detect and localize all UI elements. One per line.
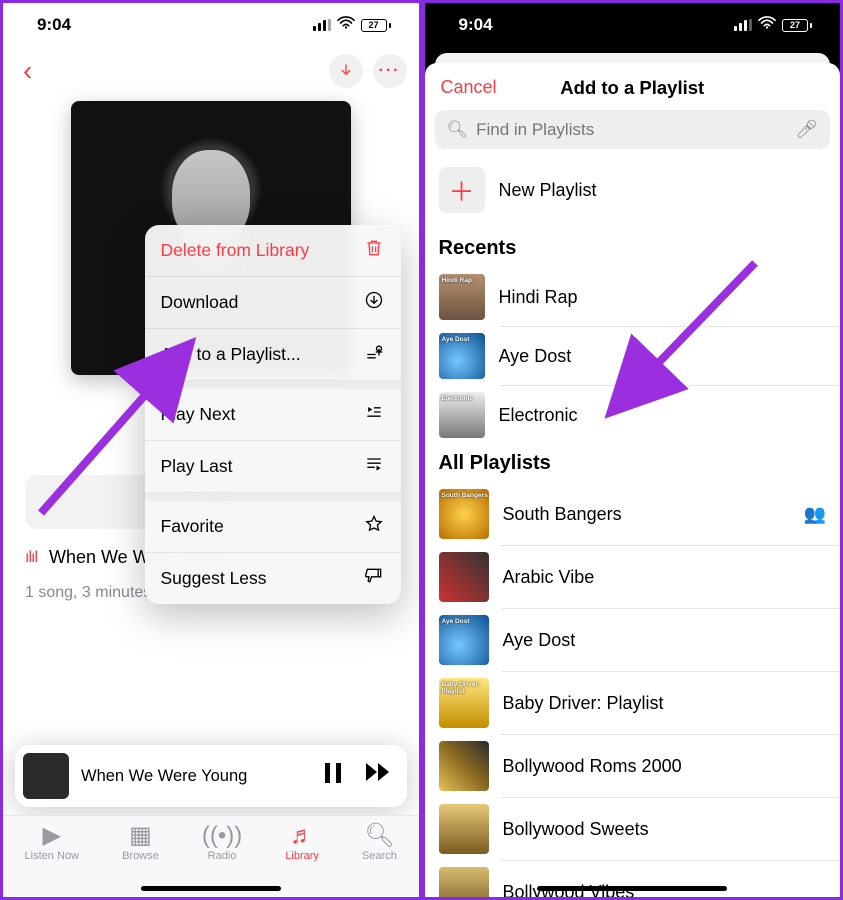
menu-suggest-less[interactable]: Suggest Less: [145, 553, 401, 604]
playlist-artwork: Aye Dost: [439, 615, 489, 665]
tab-bar: ▶Listen Now ▦Browse ((•))Radio ♬Library …: [3, 815, 419, 897]
playlist-artwork: [439, 804, 489, 854]
mini-player[interactable]: When We Were Young: [15, 745, 407, 807]
playlist-artwork: [439, 741, 489, 791]
play-circle-icon: ▶: [43, 824, 61, 848]
status-bar: 9:04 27: [425, 3, 841, 47]
add-to-playlist-sheet: Cancel Add to a Playlist 🔍︎ 🎤︎ ＋ New Pla…: [425, 63, 841, 897]
radio-icon: ((•)): [202, 824, 242, 848]
status-time: 9:04: [459, 15, 493, 35]
tab-search[interactable]: 🔍︎Search: [362, 824, 397, 862]
more-button[interactable]: ···: [373, 54, 407, 88]
playlist-artwork: Hindi Rap: [439, 274, 485, 320]
menu-delete[interactable]: Delete from Library: [145, 225, 401, 277]
playlist-artwork: South Bangers: [439, 489, 489, 539]
playlist-label: Aye Dost: [503, 630, 576, 651]
search-icon: 🔍︎: [364, 824, 394, 848]
battery-icon: 27: [782, 19, 812, 32]
trash-icon: [363, 238, 385, 263]
wifi-icon: [758, 15, 776, 35]
home-indicator: [141, 886, 281, 891]
new-playlist-label: New Playlist: [499, 180, 597, 201]
annotation-arrow: [21, 323, 241, 548]
library-icon: ♬: [290, 824, 314, 848]
playlist-label: Arabic Vibe: [503, 567, 595, 588]
playlist-label: Electronic: [499, 405, 578, 426]
playlist-artwork: Aye Dost: [439, 333, 485, 379]
download-button[interactable]: [329, 54, 363, 88]
cell-signal-icon: [734, 19, 752, 31]
now-playing-bars-icon: ılıl: [25, 549, 37, 567]
tab-radio[interactable]: ((•))Radio: [202, 824, 242, 862]
playlist-row[interactable]: Aye Dost Aye Dost: [425, 609, 841, 671]
home-indicator: [537, 886, 727, 891]
playlist-row[interactable]: Arabic Vibe: [425, 546, 841, 608]
screenshot-right: 9:04 27 Cancel Add to a Playlist 🔍︎ 🎤︎: [422, 0, 843, 900]
shared-icon: 👥: [804, 504, 826, 525]
status-time: 9:04: [37, 15, 71, 35]
back-button[interactable]: ‹: [13, 51, 42, 91]
next-track-button[interactable]: [365, 762, 393, 790]
search-icon: 🔍︎: [447, 120, 469, 140]
tab-library[interactable]: ♬Library: [285, 824, 319, 862]
pause-button[interactable]: [323, 762, 343, 790]
battery-icon: 27: [361, 19, 391, 32]
grid-icon: ▦: [129, 824, 152, 848]
annotation-arrow: [585, 253, 785, 458]
wifi-icon: [337, 15, 355, 35]
playlist-label: South Bangers: [503, 504, 622, 525]
playlist-row[interactable]: Bollywood Sweets: [425, 798, 841, 860]
cancel-button[interactable]: Cancel: [441, 77, 497, 98]
cell-signal-icon: [313, 19, 331, 31]
plus-icon: ＋: [439, 167, 485, 213]
mini-player-title: When We Were Young: [81, 767, 311, 786]
star-icon: [363, 514, 385, 539]
mini-player-artwork: [23, 753, 69, 799]
playlist-row[interactable]: Bollywood Vibes: [425, 861, 841, 897]
playlist-artwork: [439, 552, 489, 602]
tab-listen-now[interactable]: ▶Listen Now: [25, 824, 79, 862]
playlist-row[interactable]: Bollywood Roms 2000: [425, 735, 841, 797]
search-field[interactable]: 🔍︎ 🎤︎: [435, 110, 831, 149]
play-last-icon: [363, 454, 385, 479]
playlist-artwork: [439, 867, 489, 897]
playlist-label: Baby Driver: Playlist: [503, 693, 664, 714]
download-circle-icon: [363, 290, 385, 315]
playlist-label: Bollywood Sweets: [503, 819, 649, 840]
search-input[interactable]: [476, 120, 787, 140]
playlist-row[interactable]: Baby Driver: Playlist Baby Driver: Playli…: [425, 672, 841, 734]
thumbs-down-icon: [363, 566, 385, 591]
playlist-label: Hindi Rap: [499, 287, 578, 308]
dictate-icon[interactable]: 🎤︎: [795, 119, 818, 140]
playlist-artwork: Baby Driver: Playlist: [439, 678, 489, 728]
new-playlist-button[interactable]: ＋ New Playlist: [425, 161, 841, 229]
playlist-artwork: Electronic: [439, 392, 485, 438]
play-next-icon: [363, 402, 385, 427]
menu-download[interactable]: Download: [145, 277, 401, 329]
playlist-label: Bollywood Roms 2000: [503, 756, 682, 777]
screenshot-left: 9:04 27 ‹ ··· Delete fr: [0, 0, 422, 900]
playlist-label: Aye Dost: [499, 346, 572, 367]
playlist-row[interactable]: South Bangers South Bangers 👥: [425, 483, 841, 545]
status-bar: 9:04 27: [3, 3, 419, 47]
add-to-list-icon: [363, 342, 385, 367]
tab-browse[interactable]: ▦Browse: [122, 824, 159, 862]
